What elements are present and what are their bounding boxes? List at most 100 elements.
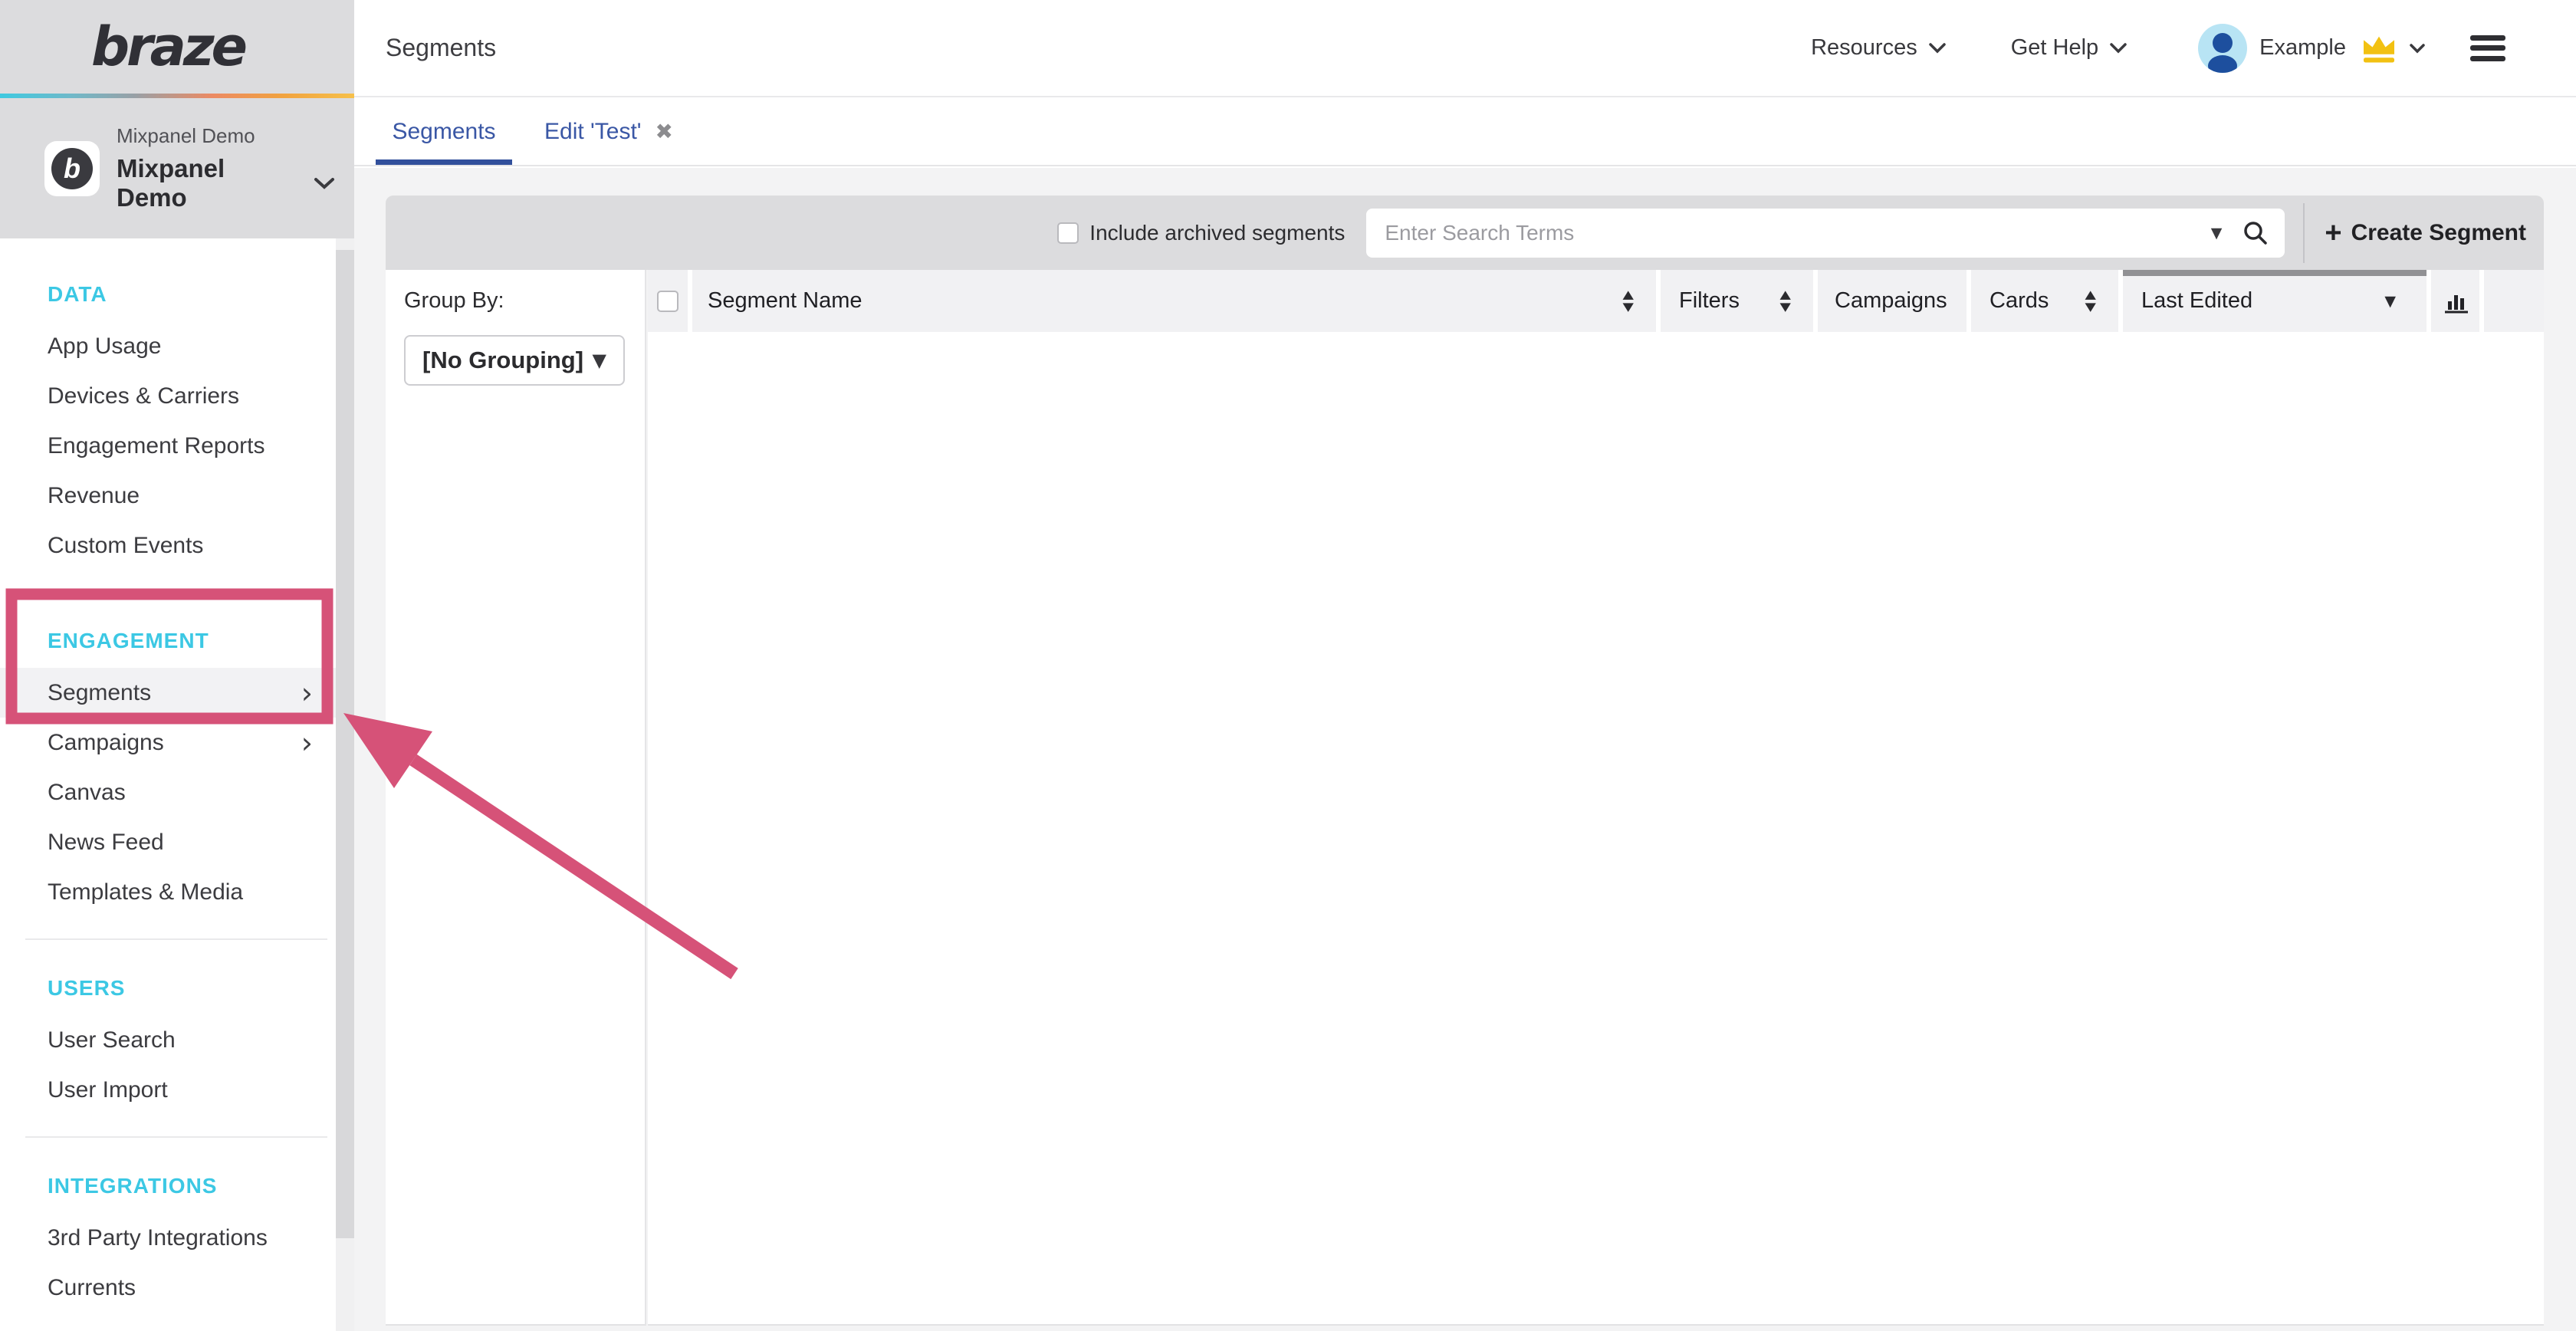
chevron-down-icon: ▼ bbox=[593, 350, 606, 371]
close-icon[interactable]: ✖ bbox=[656, 121, 673, 143]
column-segment-name[interactable]: Segment Name ▲▼ bbox=[692, 270, 1656, 332]
column-cards[interactable]: Cards ▲▼ bbox=[1971, 270, 2118, 332]
sort-icon[interactable]: ▲▼ bbox=[1623, 290, 1634, 312]
sidebar-item-news-feed[interactable]: News Feed bbox=[0, 817, 336, 867]
tab-label: Edit 'Test' bbox=[544, 119, 642, 145]
sort-icon[interactable]: ▲▼ bbox=[1780, 290, 1791, 312]
sidebar-item-user-search[interactable]: User Search bbox=[0, 1015, 336, 1065]
tab-label: Segments bbox=[392, 119, 495, 145]
braze-logo-area: braze bbox=[0, 0, 336, 94]
create-segment-button[interactable]: + Create Segment bbox=[2325, 219, 2526, 248]
segments-toolbar: Include archived segments ▼ + Create Seg… bbox=[386, 196, 2544, 270]
sidebar-item-canvas[interactable]: Canvas bbox=[0, 767, 336, 817]
hamburger-menu-icon[interactable] bbox=[2470, 35, 2505, 61]
column-analytics[interactable] bbox=[2431, 270, 2479, 332]
search-icon[interactable] bbox=[2242, 219, 2269, 247]
sidebar-item-user-import[interactable]: User Import bbox=[0, 1065, 336, 1115]
crown-icon bbox=[2360, 33, 2398, 64]
sort-desc-icon[interactable]: ▼ bbox=[2384, 293, 2396, 310]
nav-spacer bbox=[0, 570, 336, 614]
search-input[interactable] bbox=[1366, 221, 2210, 245]
group-by-select[interactable]: [No Grouping] ▼ bbox=[404, 335, 625, 386]
sidebar-item-app-usage[interactable]: App Usage bbox=[0, 321, 336, 371]
nav-section-divider bbox=[0, 1115, 336, 1159]
segments-table-body bbox=[648, 332, 2544, 1326]
sidebar-item-label: User Import bbox=[48, 1077, 168, 1103]
sidebar-item-label: Templates & Media bbox=[48, 879, 243, 905]
tab-segments[interactable]: Segments bbox=[376, 99, 512, 165]
sidebar-item-label: Canvas bbox=[48, 780, 126, 806]
sidebar-item-templates-media[interactable]: Templates & Media bbox=[0, 867, 336, 917]
include-archived-label: Include archived segments bbox=[1089, 221, 1345, 245]
column-campaigns[interactable]: Campaigns bbox=[1818, 270, 1967, 332]
sidebar-section-integrations: INTEGRATIONS bbox=[0, 1159, 336, 1213]
tab-edit-test[interactable]: Edit 'Test' ✖ bbox=[529, 99, 688, 165]
get-help-label: Get Help bbox=[2011, 35, 2098, 61]
sidebar-item-custom-events[interactable]: Custom Events bbox=[0, 521, 336, 570]
top-bar-right: Resources Get Help bbox=[1811, 24, 2576, 73]
tab-bar: Segments Edit 'Test' ✖ bbox=[354, 99, 2576, 166]
sidebar-item-campaigns[interactable]: Campaigns › bbox=[0, 718, 336, 767]
chevron-down-icon bbox=[2409, 43, 2426, 54]
sidebar-scrollbar-handle[interactable] bbox=[336, 250, 354, 1238]
nav-section-divider bbox=[0, 917, 336, 961]
sidebar-item-engagement-reports[interactable]: Engagement Reports bbox=[0, 421, 336, 471]
group-by-label: Group By: bbox=[404, 288, 645, 314]
search-dropdown-icon[interactable]: ▼ bbox=[2211, 225, 2223, 242]
workspace-name: Mixpanel Demo bbox=[117, 154, 297, 212]
sort-icon[interactable]: ▲▼ bbox=[2085, 290, 2096, 312]
search-box: ▼ bbox=[1366, 209, 2285, 258]
sidebar-item-label: Revenue bbox=[48, 483, 140, 509]
get-help-menu[interactable]: Get Help bbox=[2011, 35, 2128, 61]
toolbar-divider bbox=[2303, 203, 2305, 263]
sidebar-item-label: Engagement Reports bbox=[48, 433, 265, 459]
segments-table-header: Segment Name ▲▼ Filters ▲▼ Campaigns Car… bbox=[648, 270, 2544, 332]
chevron-down-icon bbox=[2109, 42, 2128, 54]
sidebar-item-label: User Search bbox=[48, 1027, 176, 1053]
sidebar-item-label: Currents bbox=[48, 1275, 136, 1301]
workspace-selector[interactable]: b Mixpanel Demo Mixpanel Demo bbox=[0, 98, 336, 238]
sidebar-item-label: News Feed bbox=[48, 830, 164, 856]
select-all-checkbox[interactable] bbox=[657, 291, 678, 312]
top-bar: Segments Resources Get Help bbox=[354, 0, 2576, 97]
sidebar-item-label: Devices & Carriers bbox=[48, 383, 239, 409]
sidebar-header: braze b Mixpanel Demo Mixpanel Demo bbox=[0, 0, 354, 238]
resources-menu[interactable]: Resources bbox=[1811, 35, 1947, 61]
braze-logo: braze bbox=[91, 15, 245, 78]
chevron-down-icon bbox=[1928, 42, 1947, 54]
column-label: Cards bbox=[1990, 288, 2049, 314]
workspace-text: Mixpanel Demo Mixpanel Demo bbox=[117, 124, 336, 212]
chevron-right-icon: › bbox=[301, 679, 313, 708]
chevron-right-icon: › bbox=[301, 728, 313, 758]
include-archived-checkbox[interactable] bbox=[1057, 222, 1079, 244]
group-by-panel: Group By: [No Grouping] ▼ bbox=[386, 270, 646, 1326]
column-last-edited[interactable]: Last Edited ▼ bbox=[2123, 270, 2426, 332]
sidebar-item-segments[interactable]: Segments › bbox=[0, 668, 336, 718]
column-label: Last Edited bbox=[2141, 288, 2252, 314]
column-filters[interactable]: Filters ▲▼ bbox=[1661, 270, 1813, 332]
braze-b-icon: b bbox=[51, 148, 93, 189]
create-segment-label: Create Segment bbox=[2351, 220, 2526, 246]
braze-dashboard: braze b Mixpanel Demo Mixpanel Demo DAT bbox=[0, 0, 2576, 1331]
table-header-empty-cell bbox=[2484, 270, 2544, 332]
content-area: Include archived segments ▼ + Create Seg… bbox=[354, 168, 2576, 1331]
user-name: Example bbox=[2259, 35, 2346, 61]
sidebar-item-label: Campaigns bbox=[48, 730, 164, 756]
workspace-app-icon: b bbox=[44, 141, 100, 196]
sidebar-item-devices-carriers[interactable]: Devices & Carriers bbox=[0, 371, 336, 421]
sidebar-scrollbar-track[interactable] bbox=[336, 238, 354, 1331]
table-header-checkbox-cell bbox=[648, 270, 688, 332]
avatar bbox=[2198, 24, 2247, 73]
sidebar-item-revenue[interactable]: Revenue bbox=[0, 471, 336, 521]
sidebar-section-data: DATA bbox=[0, 268, 336, 321]
column-label: Campaigns bbox=[1835, 288, 1947, 314]
sidebar-item-label: 3rd Party Integrations bbox=[48, 1225, 268, 1251]
resources-label: Resources bbox=[1811, 35, 1917, 61]
workspace-label: Mixpanel Demo bbox=[117, 124, 336, 148]
chevron-down-icon bbox=[313, 176, 336, 190]
group-by-value: [No Grouping] bbox=[422, 347, 583, 374]
sidebar-item-currents[interactable]: Currents bbox=[0, 1263, 336, 1313]
sidebar-item-label: App Usage bbox=[48, 334, 161, 360]
sidebar-item-3rd-party-integrations[interactable]: 3rd Party Integrations bbox=[0, 1213, 336, 1263]
user-menu[interactable]: Example bbox=[2198, 24, 2426, 73]
